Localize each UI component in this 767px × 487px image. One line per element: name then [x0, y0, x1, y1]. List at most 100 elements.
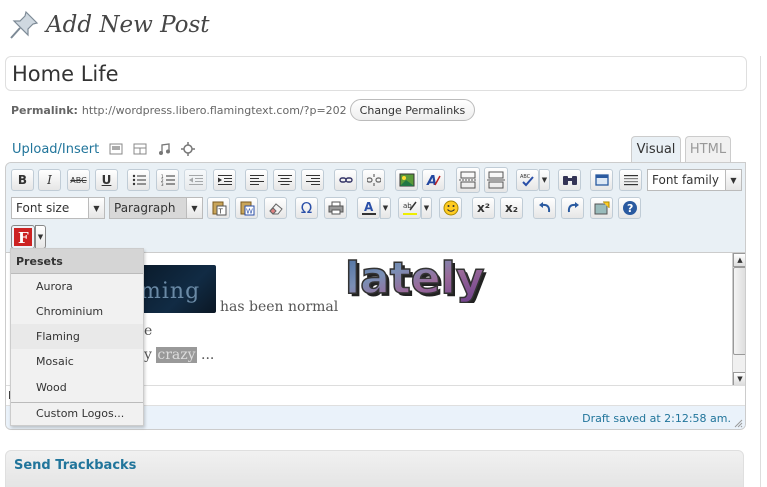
flamingtext-logo-icon: F [14, 228, 32, 246]
kitchen-sink-button[interactable] [619, 169, 642, 191]
content-text-line1: has been normal [220, 299, 339, 315]
permalink-row: Permalink: http://wordpress.libero.flami… [11, 98, 476, 122]
bullet-list-button[interactable] [127, 169, 150, 191]
unlink-icon [366, 174, 381, 186]
highlight-color-button[interactable]: ab [398, 197, 421, 219]
svg-text:W: W [246, 208, 253, 216]
image-icon[interactable] [109, 142, 123, 156]
binoculars-icon [562, 176, 577, 185]
preset-item-mosaic[interactable]: Mosaic [11, 349, 143, 374]
media-icon[interactable] [181, 142, 196, 156]
flamingtext-button[interactable]: F [11, 225, 35, 249]
special-character-button[interactable]: Ω [295, 197, 318, 219]
preset-menu-header: Presets [11, 249, 143, 274]
scroll-up-button[interactable]: ▲ [733, 253, 745, 267]
preset-item-aurora[interactable]: Aurora [11, 274, 143, 299]
numbered-list-button[interactable]: 123 [156, 169, 179, 191]
scroll-down-button[interactable]: ▼ [733, 372, 745, 385]
fullscreen-icon [594, 174, 609, 186]
flamingtext-dropdown-arrow[interactable]: ▼ [35, 225, 46, 249]
spellcheck-dropdown-arrow[interactable]: ▼ [539, 169, 550, 191]
page-break-button[interactable] [484, 167, 508, 193]
italic-button[interactable]: I [38, 169, 61, 191]
align-left-button[interactable] [245, 169, 268, 191]
post-title-input[interactable] [5, 56, 747, 91]
font-family-select[interactable]: Font family ▼ [647, 169, 742, 191]
smiley-icon [443, 200, 458, 216]
permalink-url[interactable]: http://wordpress.libero.flamingtext.com/… [82, 104, 347, 117]
bold-button[interactable]: B [11, 169, 34, 191]
flamingtext-preset-menu: Presets Aurora Chrominium Flaming Mosaic… [10, 248, 144, 426]
align-center-button[interactable] [273, 169, 296, 191]
font-size-select[interactable]: Font size ▼ [11, 197, 105, 219]
indent-button[interactable] [213, 169, 236, 191]
find-replace-button[interactable] [558, 169, 581, 191]
svg-text:A: A [364, 200, 374, 214]
content-image: ming [136, 265, 216, 313]
paste-text-button[interactable]: T [207, 197, 230, 219]
align-right-button[interactable] [301, 169, 324, 191]
print-button[interactable] [324, 197, 347, 219]
editor-scrollbar[interactable]: ▲ ▼ [732, 253, 745, 385]
numbered-list-icon: 123 [161, 174, 175, 186]
outdent-button[interactable] [184, 169, 207, 191]
fullscreen-button[interactable] [590, 169, 613, 191]
undo-button[interactable] [533, 197, 556, 219]
chevron-down-icon: ▼ [725, 170, 741, 190]
align-right-icon [305, 175, 320, 185]
advanced-image-icon [594, 201, 609, 215]
page-title: Add New Post [46, 12, 210, 38]
highlighted-word: crazy [156, 347, 197, 363]
insert-link-button[interactable] [334, 169, 357, 191]
permalink-label: Permalink: [11, 103, 78, 117]
custom-logos-item[interactable]: Custom Logos... [11, 401, 143, 426]
format-select[interactable]: Paragraph ▼ [109, 197, 203, 219]
preset-item-chrominium[interactable]: Chrominium [11, 299, 143, 324]
font-family-value: Font family [652, 173, 719, 187]
underline-button[interactable]: U [95, 169, 118, 191]
strikethrough-button[interactable]: ABC [67, 169, 90, 191]
content-text-line2: e [144, 323, 153, 339]
svg-text:F: F [18, 229, 29, 246]
insert-image-button[interactable] [395, 169, 418, 191]
paste-word-icon: W [240, 201, 254, 216]
redo-button[interactable] [561, 197, 584, 219]
audio-icon[interactable] [157, 142, 171, 156]
svg-text:?: ? [627, 202, 633, 215]
text-style-button[interactable]: A [422, 169, 445, 191]
resize-handle-icon[interactable] [733, 418, 743, 428]
text-color-dropdown-arrow[interactable]: ▼ [380, 197, 391, 219]
preset-item-flaming[interactable]: Flaming [11, 324, 143, 349]
emoticon-button[interactable] [439, 197, 462, 219]
page-break-icon [487, 171, 505, 189]
highlight-color-dropdown-arrow[interactable]: ▼ [421, 197, 432, 219]
upload-insert-row: Upload/Insert [12, 140, 205, 158]
undo-icon [538, 202, 550, 213]
spellcheck-button[interactable]: ABC [516, 169, 539, 191]
pushpin-icon [10, 10, 39, 39]
tab-visual[interactable]: Visual [631, 136, 681, 162]
kitchen-sink-icon [623, 175, 638, 186]
align-left-icon [249, 175, 264, 185]
superscript-button[interactable]: x² [472, 197, 495, 219]
scrollbar-thumb[interactable] [733, 267, 745, 355]
text-color-icon: A [361, 200, 376, 215]
lately-logo-image: lately lately [344, 253, 487, 303]
page-header: Add New Post [8, 8, 210, 42]
help-button[interactable]: ? [618, 197, 641, 219]
remove-format-button[interactable] [264, 197, 287, 219]
unlink-button[interactable] [362, 169, 385, 191]
text-style-icon: A [426, 174, 441, 187]
preset-item-wood[interactable]: Wood [11, 375, 143, 400]
tab-html[interactable]: HTML [685, 136, 731, 162]
paste-word-button[interactable]: W [235, 197, 258, 219]
subscript-button[interactable]: x₂ [500, 197, 523, 219]
video-icon[interactable] [133, 142, 147, 156]
more-tag-button[interactable] [456, 167, 480, 193]
send-trackbacks-panel[interactable]: Send Trackbacks [5, 450, 744, 487]
change-permalinks-button[interactable]: Change Permalinks [349, 99, 476, 121]
text-color-button[interactable]: A [357, 197, 380, 219]
advanced-image-button[interactable] [590, 197, 613, 219]
eraser-icon [268, 203, 283, 215]
svg-text:ABC: ABC [520, 174, 531, 180]
